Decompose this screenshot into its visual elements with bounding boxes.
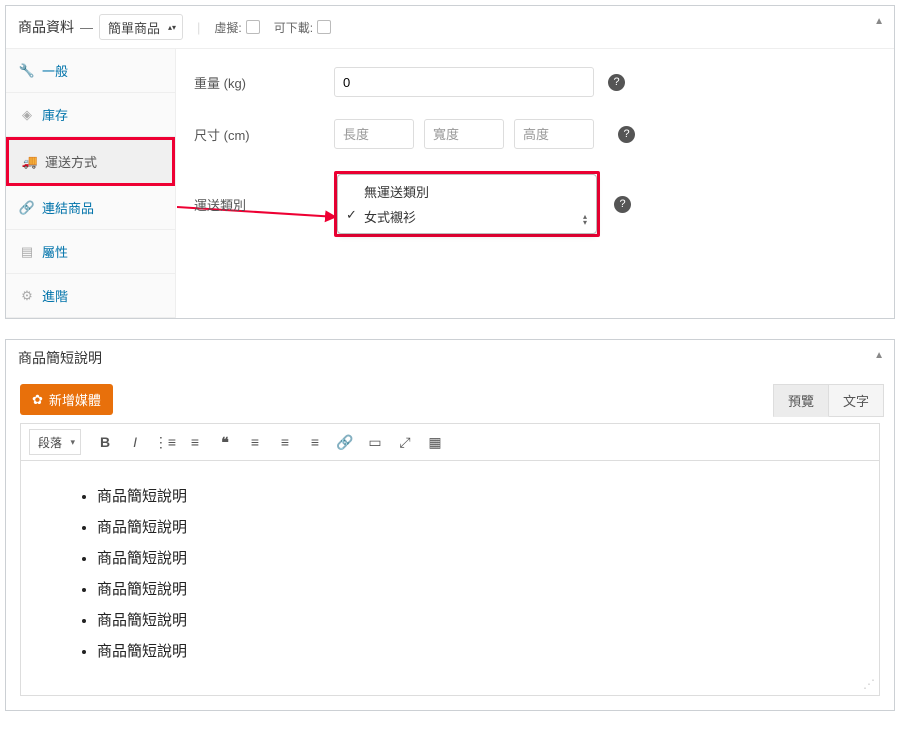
weight-row: 重量 (kg) ? bbox=[194, 67, 876, 97]
link-button[interactable]: 🔗 bbox=[331, 429, 359, 455]
virtual-label: 虛擬: bbox=[214, 19, 241, 36]
shipping-option[interactable]: ✓女式襯衫 bbox=[338, 204, 596, 229]
list-item: 商品簡短說明 bbox=[97, 640, 839, 661]
tab-content-shipping: 重量 (kg) ? 尺寸 (cm) ? 運送類別 無運送類別✓女式襯衫 ▴▾ ? bbox=[176, 49, 894, 318]
add-media-label: 新增媒體 bbox=[49, 390, 101, 409]
length-input[interactable] bbox=[334, 119, 414, 149]
product-type-select[interactable]: 簡單商品 ▴▾ bbox=[99, 14, 183, 40]
editor-mode-tabs: 預覽 文字 bbox=[773, 384, 884, 417]
virtual-checkbox[interactable] bbox=[246, 20, 260, 34]
dimensions-label: 尺寸 (cm) bbox=[194, 125, 334, 144]
align-left-button[interactable]: ≡ bbox=[241, 429, 269, 455]
weight-label: 重量 (kg) bbox=[194, 73, 334, 92]
product-data-body: 🔧 一般 ◈ 庫存 🚚 運送方式 🔗 連結商品 ▤ 屬性 ⚙ 進階 重量 (kg) ? 尺寸 (cm)… bbox=[6, 49, 894, 318]
link-icon: 🔗 bbox=[20, 200, 34, 216]
wrench-icon: 🔧 bbox=[20, 63, 34, 79]
editor-content[interactable]: 商品簡短說明商品簡短說明商品簡短說明商品簡短說明商品簡短說明商品簡短說明 ⋰ bbox=[20, 461, 880, 696]
align-center-button[interactable]: ≡ bbox=[271, 429, 299, 455]
separator: | bbox=[197, 20, 200, 35]
dash: — bbox=[80, 20, 93, 35]
product-tabs: 🔧 一般 ◈ 庫存 🚚 運送方式 🔗 連結商品 ▤ 屬性 ⚙ 進階 bbox=[6, 49, 176, 318]
short-desc-title: 商品簡短說明 bbox=[18, 348, 102, 368]
bold-button[interactable]: B bbox=[91, 429, 119, 455]
help-icon[interactable]: ? bbox=[608, 74, 625, 91]
dropdown-list: 無運送類別✓女式襯衫 bbox=[337, 174, 597, 234]
downloadable-checkbox[interactable] bbox=[317, 20, 331, 34]
description-list: 商品簡短說明商品簡短說明商品簡短說明商品簡短說明商品簡短說明商品簡短說明 bbox=[61, 485, 839, 661]
width-input[interactable] bbox=[424, 119, 504, 149]
dimensions-row: 尺寸 (cm) ? bbox=[194, 119, 876, 149]
tab-label: 一般 bbox=[42, 61, 68, 80]
tab-inventory[interactable]: ◈ 庫存 bbox=[6, 93, 175, 137]
downloadable-label: 可下載: bbox=[274, 19, 313, 36]
tab-label: 進階 bbox=[42, 286, 68, 305]
help-icon[interactable]: ? bbox=[614, 196, 631, 213]
downloadable-option: 可下載: bbox=[274, 19, 331, 36]
tab-text[interactable]: 文字 bbox=[829, 384, 884, 417]
select-arrows-icon: ▴▾ bbox=[168, 25, 176, 30]
list-item: 商品簡短說明 bbox=[97, 609, 839, 630]
media-icon: ✿ bbox=[32, 392, 43, 408]
numbered-list-button[interactable]: ≡ bbox=[181, 429, 209, 455]
short-description-panel: 商品簡短說明 ▲ ✿ 新增媒體 預覽 文字 段落 B I ⋮≡ ≡ ❝ ≡ ≡ … bbox=[5, 339, 895, 711]
tab-attributes[interactable]: ▤ 屬性 bbox=[6, 230, 175, 274]
check-icon: ✓ bbox=[346, 207, 357, 223]
format-select[interactable]: 段落 bbox=[29, 429, 81, 455]
truck-icon: 🚚 bbox=[23, 154, 37, 170]
list-icon: ▤ bbox=[20, 244, 34, 260]
tab-advanced[interactable]: ⚙ 進階 bbox=[6, 274, 175, 318]
format-select-value: 段落 bbox=[38, 434, 62, 451]
short-desc-header: 商品簡短說明 ▲ bbox=[6, 340, 894, 376]
list-item: 商品簡短說明 bbox=[97, 578, 839, 599]
list-item: 商品簡短說明 bbox=[97, 547, 839, 568]
shipping-option[interactable]: 無運送類別 bbox=[338, 179, 596, 204]
tab-visual[interactable]: 預覽 bbox=[773, 384, 829, 417]
product-data-header: 商品資料 — 簡單商品 ▴▾ | 虛擬: 可下載: ▲ bbox=[6, 6, 894, 49]
shipping-class-dropdown[interactable]: 無運送類別✓女式襯衫 ▴▾ bbox=[334, 171, 600, 237]
panel-title: 商品資料 bbox=[18, 17, 74, 37]
collapse-toggle-icon[interactable]: ▲ bbox=[874, 16, 884, 27]
insert-more-button[interactable]: ▭ bbox=[361, 429, 389, 455]
list-item: 商品簡短說明 bbox=[97, 516, 839, 537]
align-right-button[interactable]: ≡ bbox=[301, 429, 329, 455]
product-data-panel: 商品資料 — 簡單商品 ▴▾ | 虛擬: 可下載: ▲ 🔧 一般 ◈ 庫存 🚚 運送方式 🔗… bbox=[5, 5, 895, 319]
italic-button[interactable]: I bbox=[121, 429, 149, 455]
add-media-button[interactable]: ✿ 新增媒體 bbox=[20, 384, 113, 415]
weight-input[interactable] bbox=[334, 67, 594, 97]
fullscreen-button[interactable]: ⤢ bbox=[391, 429, 419, 455]
tab-general[interactable]: 🔧 一般 bbox=[6, 49, 175, 93]
gear-icon: ⚙ bbox=[20, 288, 34, 304]
toolbar-toggle-button[interactable]: ▦ bbox=[421, 429, 449, 455]
blockquote-button[interactable]: ❝ bbox=[211, 429, 239, 455]
list-item: 商品簡短說明 bbox=[97, 485, 839, 506]
tab-label: 庫存 bbox=[42, 105, 68, 124]
virtual-option: 虛擬: bbox=[214, 19, 259, 36]
tab-label: 運送方式 bbox=[45, 152, 97, 171]
tab-label: 屬性 bbox=[42, 242, 68, 261]
tab-linked[interactable]: 🔗 連結商品 bbox=[6, 186, 175, 230]
shipping-class-row: 運送類別 無運送類別✓女式襯衫 ▴▾ ? bbox=[194, 171, 876, 237]
resize-handle-icon[interactable]: ⋰ bbox=[863, 677, 875, 691]
diamond-icon: ◈ bbox=[20, 107, 34, 123]
help-icon[interactable]: ? bbox=[618, 126, 635, 143]
height-input[interactable] bbox=[514, 119, 594, 149]
editor-toolbar: 段落 B I ⋮≡ ≡ ❝ ≡ ≡ ≡ 🔗 ▭ ⤢ ▦ bbox=[20, 423, 880, 461]
collapse-toggle-icon[interactable]: ▲ bbox=[874, 350, 884, 361]
tab-label: 連結商品 bbox=[42, 198, 94, 217]
product-type-value: 簡單商品 bbox=[108, 18, 160, 37]
tab-shipping[interactable]: 🚚 運送方式 bbox=[6, 137, 175, 186]
shipping-class-label: 運送類別 bbox=[194, 195, 334, 214]
bullet-list-button[interactable]: ⋮≡ bbox=[151, 429, 179, 455]
